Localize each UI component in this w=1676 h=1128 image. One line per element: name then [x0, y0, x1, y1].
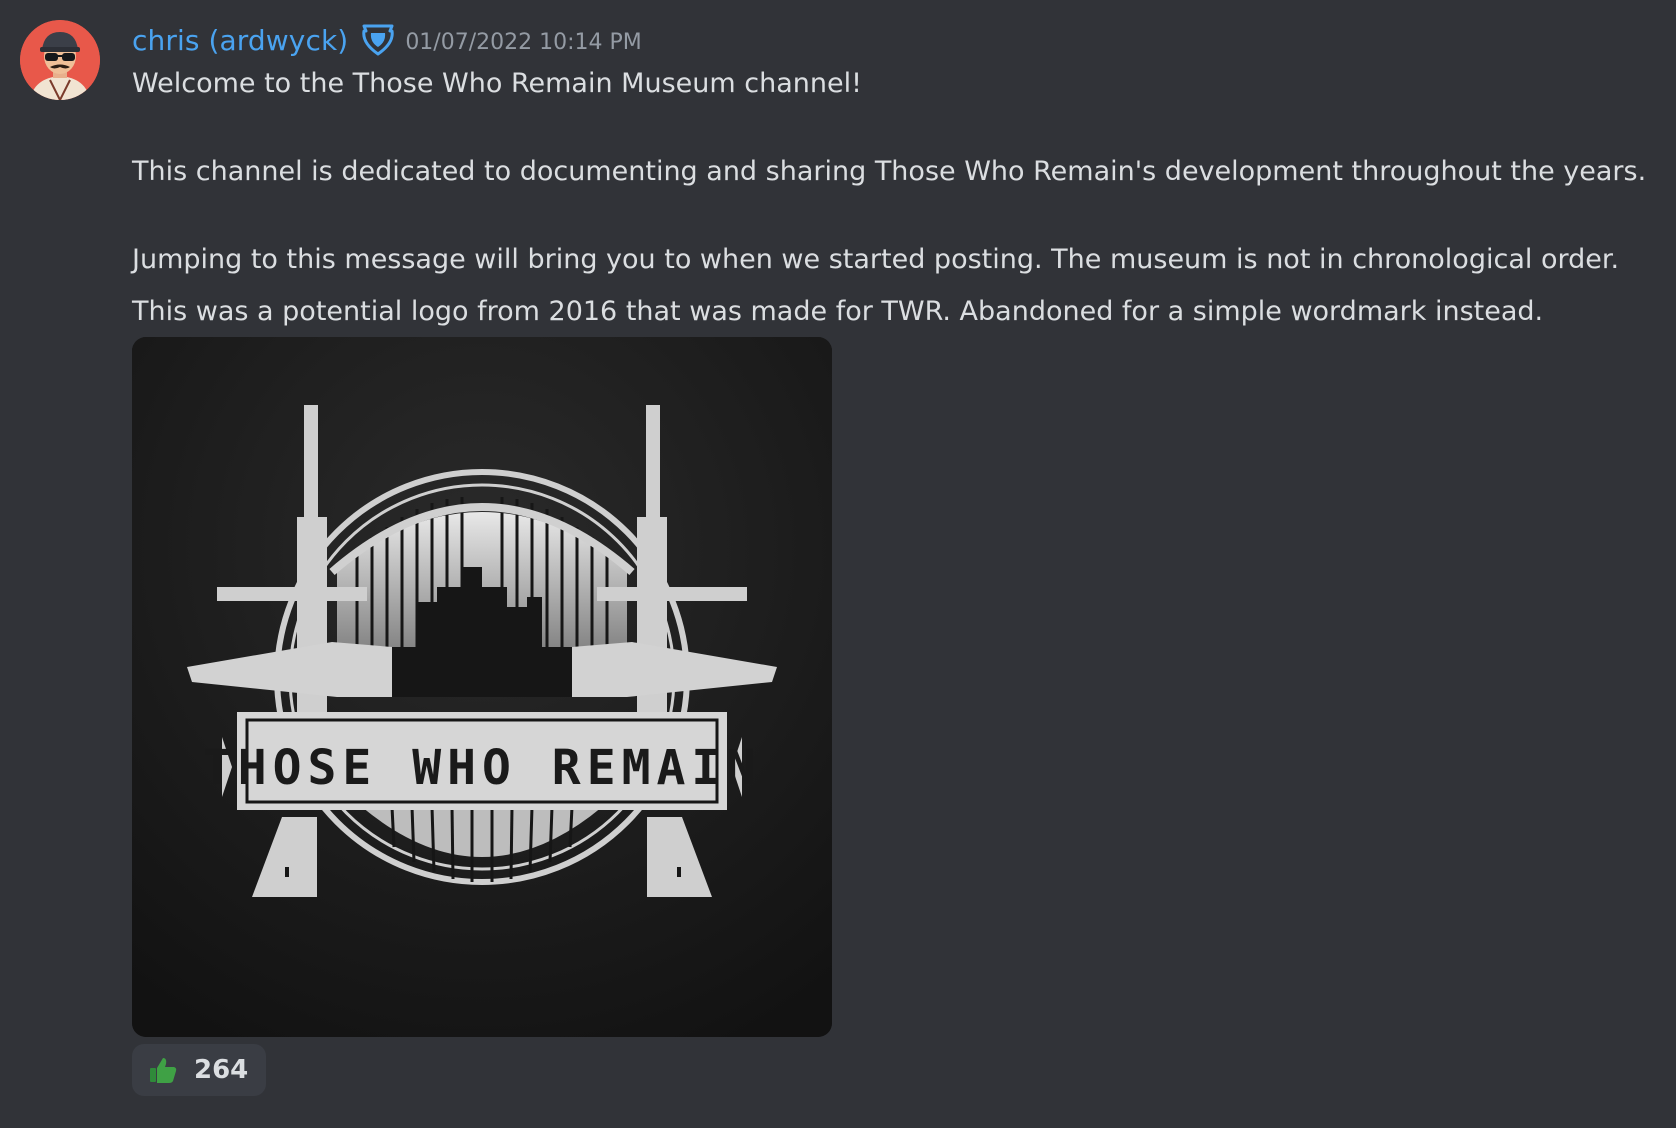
- message-header: chris (ardwyck) 01/07/2022 10:14 PM: [132, 18, 642, 62]
- message-timestamp: 01/07/2022 10:14 PM: [405, 29, 642, 55]
- twr-logo-image: THOSE WHO REMAIN: [132, 337, 832, 1037]
- moderator-shield-icon[interactable]: [360, 23, 396, 57]
- message-content: Welcome to the Those Who Remain Museum c…: [132, 62, 1662, 334]
- logo-wordmark: THOSE WHO REMAIN: [203, 740, 761, 796]
- author-name[interactable]: chris (ardwyck): [132, 24, 348, 57]
- message-line: Welcome to the Those Who Remain Museum c…: [132, 68, 862, 99]
- thumbs-up-icon: [150, 1058, 177, 1083]
- image-attachment[interactable]: THOSE WHO REMAIN: [132, 337, 832, 1037]
- reaction-button[interactable]: 264: [132, 1044, 267, 1096]
- message-line: This was a potential logo from 2016 that…: [132, 296, 1544, 327]
- avatar-portrait-icon: [20, 20, 100, 100]
- message-line: This channel is dedicated to documenting…: [132, 156, 1647, 187]
- message-line: Jumping to this message will bring you t…: [132, 244, 1620, 275]
- chat-message: chris (ardwyck) 01/07/2022 10:14 PM Welc…: [0, 0, 1676, 1128]
- reaction-count: 264: [194, 1055, 249, 1085]
- author-avatar[interactable]: [20, 20, 100, 100]
